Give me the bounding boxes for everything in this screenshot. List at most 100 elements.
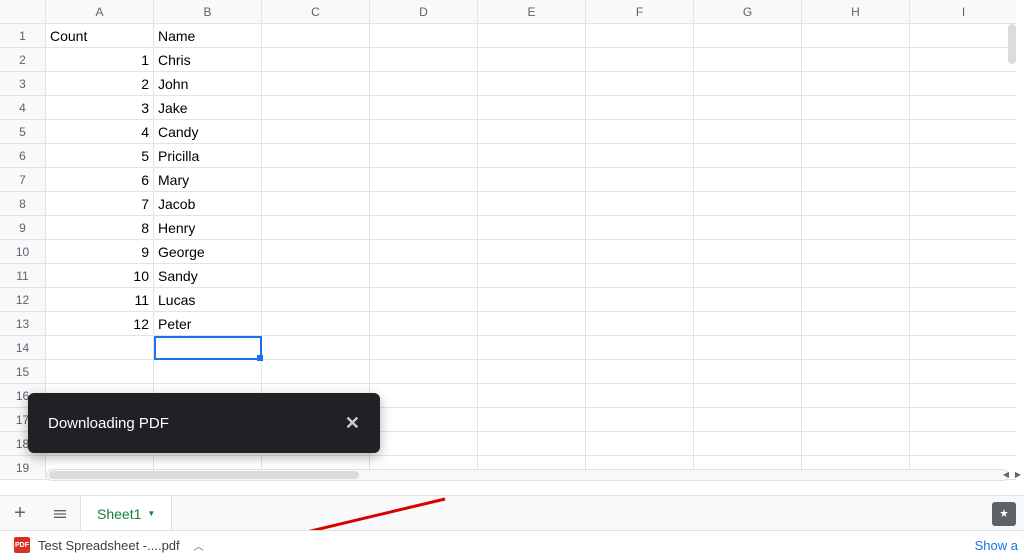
cell[interactable]	[694, 432, 802, 456]
cell[interactable]	[262, 360, 370, 384]
cell[interactable]	[478, 120, 586, 144]
row-header[interactable]: 2	[0, 48, 46, 72]
cell[interactable]	[586, 72, 694, 96]
cell[interactable]	[262, 192, 370, 216]
download-chip[interactable]: PDF Test Spreadsheet -....pdf ︿	[8, 535, 210, 555]
cell[interactable]	[370, 240, 478, 264]
cell[interactable]	[694, 288, 802, 312]
cell[interactable]	[370, 192, 478, 216]
cell[interactable]: Jake	[154, 96, 262, 120]
cell[interactable]	[802, 408, 910, 432]
cell[interactable]	[370, 288, 478, 312]
cell[interactable]	[262, 96, 370, 120]
column-header[interactable]: B	[154, 0, 262, 24]
horizontal-scrollbar-track[interactable]	[46, 469, 1009, 481]
cell[interactable]	[910, 120, 1016, 144]
cell[interactable]: Peter	[154, 312, 262, 336]
cell[interactable]	[154, 360, 262, 384]
show-all-downloads-link[interactable]: Show a	[975, 538, 1018, 553]
cell[interactable]: Jacob	[154, 192, 262, 216]
row-header[interactable]: 8	[0, 192, 46, 216]
cell[interactable]	[910, 408, 1016, 432]
cell[interactable]	[586, 264, 694, 288]
cell[interactable]: Sandy	[154, 264, 262, 288]
cell[interactable]	[370, 24, 478, 48]
cell[interactable]	[370, 264, 478, 288]
row-header[interactable]: 10	[0, 240, 46, 264]
row-header[interactable]: 12	[0, 288, 46, 312]
cell[interactable]: Pricilla	[154, 144, 262, 168]
cell[interactable]	[910, 360, 1016, 384]
chevron-up-icon[interactable]: ︿	[194, 538, 204, 553]
cell[interactable]	[478, 360, 586, 384]
cell[interactable]	[586, 24, 694, 48]
cell[interactable]	[910, 72, 1016, 96]
cell[interactable]	[910, 168, 1016, 192]
cell[interactable]	[802, 288, 910, 312]
row-header[interactable]: 3	[0, 72, 46, 96]
row-header[interactable]: 7	[0, 168, 46, 192]
cell[interactable]	[370, 96, 478, 120]
cell[interactable]	[910, 384, 1016, 408]
cell[interactable]	[262, 264, 370, 288]
cell[interactable]	[262, 168, 370, 192]
cell[interactable]	[586, 240, 694, 264]
cell[interactable]	[910, 216, 1016, 240]
cell[interactable]	[586, 336, 694, 360]
cell[interactable]	[802, 360, 910, 384]
row-header[interactable]: 19	[0, 456, 46, 480]
chevron-down-icon[interactable]: ▼	[147, 509, 155, 518]
row-header[interactable]: 1	[0, 24, 46, 48]
cell[interactable]: 6	[46, 168, 154, 192]
cell[interactable]	[910, 432, 1016, 456]
cell[interactable]: 3	[46, 96, 154, 120]
cell[interactable]	[802, 72, 910, 96]
cell[interactable]: Chris	[154, 48, 262, 72]
cell[interactable]	[478, 72, 586, 96]
horizontal-scrollbar-thumb[interactable]	[49, 471, 359, 479]
cell[interactable]	[802, 384, 910, 408]
scroll-right-icon[interactable]: ▶	[1013, 469, 1023, 479]
cell[interactable]: 12	[46, 312, 154, 336]
cell[interactable]	[586, 216, 694, 240]
cell[interactable]	[262, 288, 370, 312]
row-header[interactable]: 5	[0, 120, 46, 144]
cell[interactable]	[802, 24, 910, 48]
cell[interactable]	[910, 312, 1016, 336]
cell[interactable]	[478, 24, 586, 48]
row-header[interactable]: 4	[0, 96, 46, 120]
cell[interactable]	[478, 96, 586, 120]
column-header[interactable]: H	[802, 0, 910, 24]
cell[interactable]	[586, 96, 694, 120]
cell[interactable]: Name	[154, 24, 262, 48]
cell[interactable]: Henry	[154, 216, 262, 240]
cell[interactable]	[910, 240, 1016, 264]
cell[interactable]	[478, 240, 586, 264]
cell[interactable]	[478, 168, 586, 192]
cell[interactable]	[694, 48, 802, 72]
cell[interactable]: 11	[46, 288, 154, 312]
cell[interactable]	[370, 168, 478, 192]
cell[interactable]	[370, 432, 478, 456]
cell[interactable]	[802, 144, 910, 168]
cell[interactable]: 7	[46, 192, 154, 216]
toast-close-button[interactable]: ✕	[345, 413, 360, 434]
cell[interactable]	[262, 48, 370, 72]
column-header[interactable]: E	[478, 0, 586, 24]
cell[interactable]	[694, 408, 802, 432]
scroll-left-icon[interactable]: ◀	[1001, 469, 1011, 479]
cell[interactable]	[694, 192, 802, 216]
cell[interactable]	[910, 264, 1016, 288]
cell[interactable]	[910, 96, 1016, 120]
cell[interactable]	[694, 240, 802, 264]
cell[interactable]	[262, 312, 370, 336]
cell[interactable]	[802, 216, 910, 240]
cell[interactable]	[694, 264, 802, 288]
cell[interactable]	[694, 312, 802, 336]
cell[interactable]	[478, 408, 586, 432]
cell[interactable]	[262, 120, 370, 144]
cell[interactable]	[802, 192, 910, 216]
cell[interactable]	[802, 264, 910, 288]
sheet-tab-active[interactable]: Sheet1 ▼	[80, 495, 172, 531]
cell[interactable]	[370, 312, 478, 336]
